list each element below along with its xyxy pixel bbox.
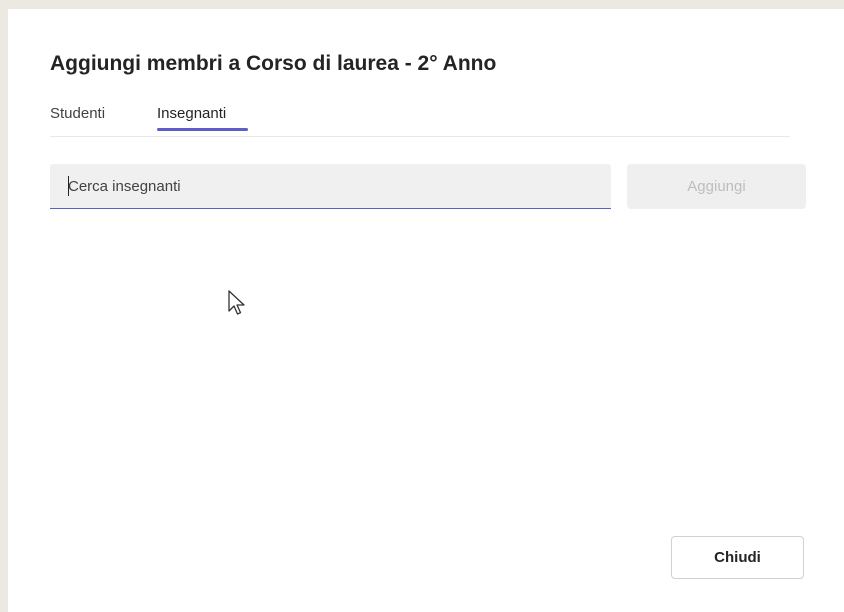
- search-input[interactable]: [68, 164, 598, 208]
- selected-tab-indicator: [157, 128, 248, 131]
- tab-teachers[interactable]: Insegnanti: [157, 105, 226, 122]
- tab-students[interactable]: Studenti: [50, 105, 105, 122]
- mouse-pointer-icon: [228, 290, 245, 315]
- text-caret: [68, 176, 69, 196]
- add-button[interactable]: Aggiungi: [627, 164, 806, 209]
- member-type-tabs: Studenti Insegnanti: [50, 103, 790, 137]
- add-members-dialog: Aggiungi membri a Corso di laurea - 2° A…: [8, 9, 844, 612]
- search-field[interactable]: [50, 164, 611, 209]
- dialog-title: Aggiungi membri a Corso di laurea - 2° A…: [50, 52, 497, 75]
- close-button[interactable]: Chiudi: [671, 536, 804, 579]
